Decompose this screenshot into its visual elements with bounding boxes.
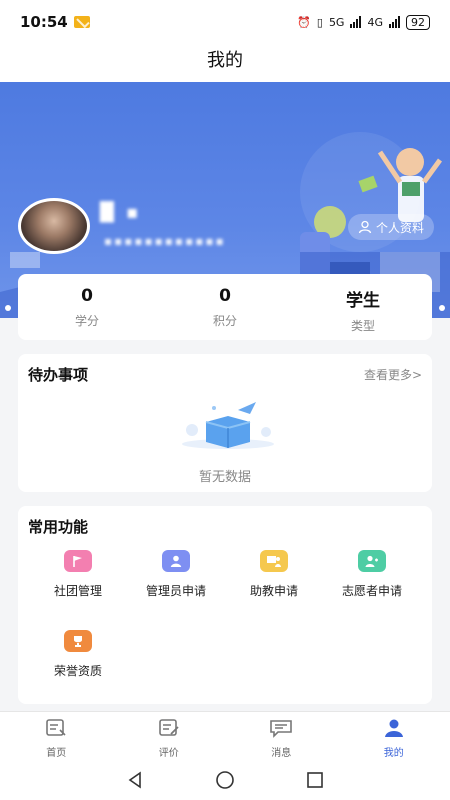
volunteer-icon <box>358 550 386 572</box>
stat-credits[interactable]: 0 学分 <box>18 274 156 340</box>
tab-label: 消息 <box>271 748 292 759</box>
network-4g: 4G <box>367 15 383 29</box>
todo-card: 待办事项 查看更多> 暂无数据 <box>18 354 432 492</box>
battery-indicator: 92 <box>406 14 430 30</box>
network-5g: 5G <box>328 15 345 29</box>
tab-label: 评价 <box>158 748 179 759</box>
functions-title: 常用功能 <box>28 518 89 536</box>
empty-box-icon <box>182 402 274 449</box>
tab-mine[interactable]: 我的 <box>338 712 450 760</box>
stat-value: 学生 <box>346 291 380 311</box>
function-label: 助教申请 <box>249 584 298 598</box>
home-icon[interactable] <box>215 770 235 790</box>
alarm-icon: ⏰ <box>297 15 311 29</box>
avatar[interactable] <box>18 198 90 254</box>
signal-icon <box>350 16 362 28</box>
note-icon <box>46 719 66 736</box>
system-icons: ⏰ ▯ 5G 4G 92 <box>297 14 430 30</box>
stat-value: 0 <box>219 286 231 306</box>
see-more-link[interactable]: 查看更多> <box>364 366 422 383</box>
tab-messages[interactable]: 消息 <box>225 712 338 760</box>
function-label: 管理员申请 <box>145 584 206 598</box>
message-icon <box>270 720 293 738</box>
function-club-management[interactable]: 社团管理 <box>28 550 128 599</box>
signal-icon-2 <box>389 16 400 28</box>
function-ta-apply[interactable]: 助教申请 <box>224 550 324 599</box>
stat-label: 类型 <box>350 319 375 333</box>
stats-card: 0 学分 0 积分 学生 类型 <box>18 274 432 340</box>
trophy-icon <box>64 630 92 652</box>
function-label: 社团管理 <box>53 584 102 598</box>
personal-info-button[interactable]: 个人资料 <box>347 214 434 240</box>
tab-label: 首页 <box>46 748 67 759</box>
function-volunteer-apply[interactable]: 志愿者申请 <box>322 550 422 599</box>
user-filled-icon <box>384 719 403 737</box>
stat-label: 学分 <box>74 314 99 328</box>
stat-points[interactable]: 0 积分 <box>156 274 294 340</box>
vibrate-icon: ▯ <box>316 15 323 29</box>
tab-home[interactable]: 首页 <box>0 712 113 760</box>
stat-value: 0 <box>81 286 93 306</box>
tab-label: 我的 <box>383 748 404 759</box>
mail-notification-icon <box>73 16 90 28</box>
user-icon <box>162 550 190 572</box>
empty-text: 暂无数据 <box>198 470 251 485</box>
edit-icon <box>158 719 179 736</box>
function-admin-apply[interactable]: 管理员申请 <box>126 550 226 599</box>
user-outline-icon <box>358 220 372 234</box>
todo-title: 待办事项 <box>28 366 89 384</box>
user-name: █ ▪ <box>100 202 142 223</box>
stat-type[interactable]: 学生 类型 <box>294 274 432 340</box>
function-honors[interactable]: 荣誉资质 <box>28 630 128 679</box>
user-subtitle: ▪▪▪▪▪▪▪▪▪▪▪▪ <box>104 234 226 248</box>
function-label: 志愿者申请 <box>341 584 402 598</box>
stat-label: 积分 <box>212 314 237 328</box>
recents-icon[interactable] <box>305 770 325 790</box>
status-bar: 10:54 ⏰ ▯ 5G 4G 92 <box>0 0 450 44</box>
flag-icon <box>64 550 92 572</box>
bottom-tab-bar: 首页 评价 消息 我的 <box>0 711 450 760</box>
teacher-icon <box>260 550 288 572</box>
system-navigation-bar <box>0 759 450 800</box>
personal-info-label: 个人资料 <box>375 220 424 235</box>
tab-evaluate[interactable]: 评价 <box>113 712 226 760</box>
function-label: 荣誉资质 <box>53 664 102 678</box>
functions-card: 常用功能 社团管理 管理员申请 助教申请 志愿者申请 荣誉资质 <box>18 506 432 704</box>
back-icon[interactable] <box>125 770 145 790</box>
clock: 10:54 <box>20 13 68 31</box>
page-title: 我的 <box>0 44 450 82</box>
